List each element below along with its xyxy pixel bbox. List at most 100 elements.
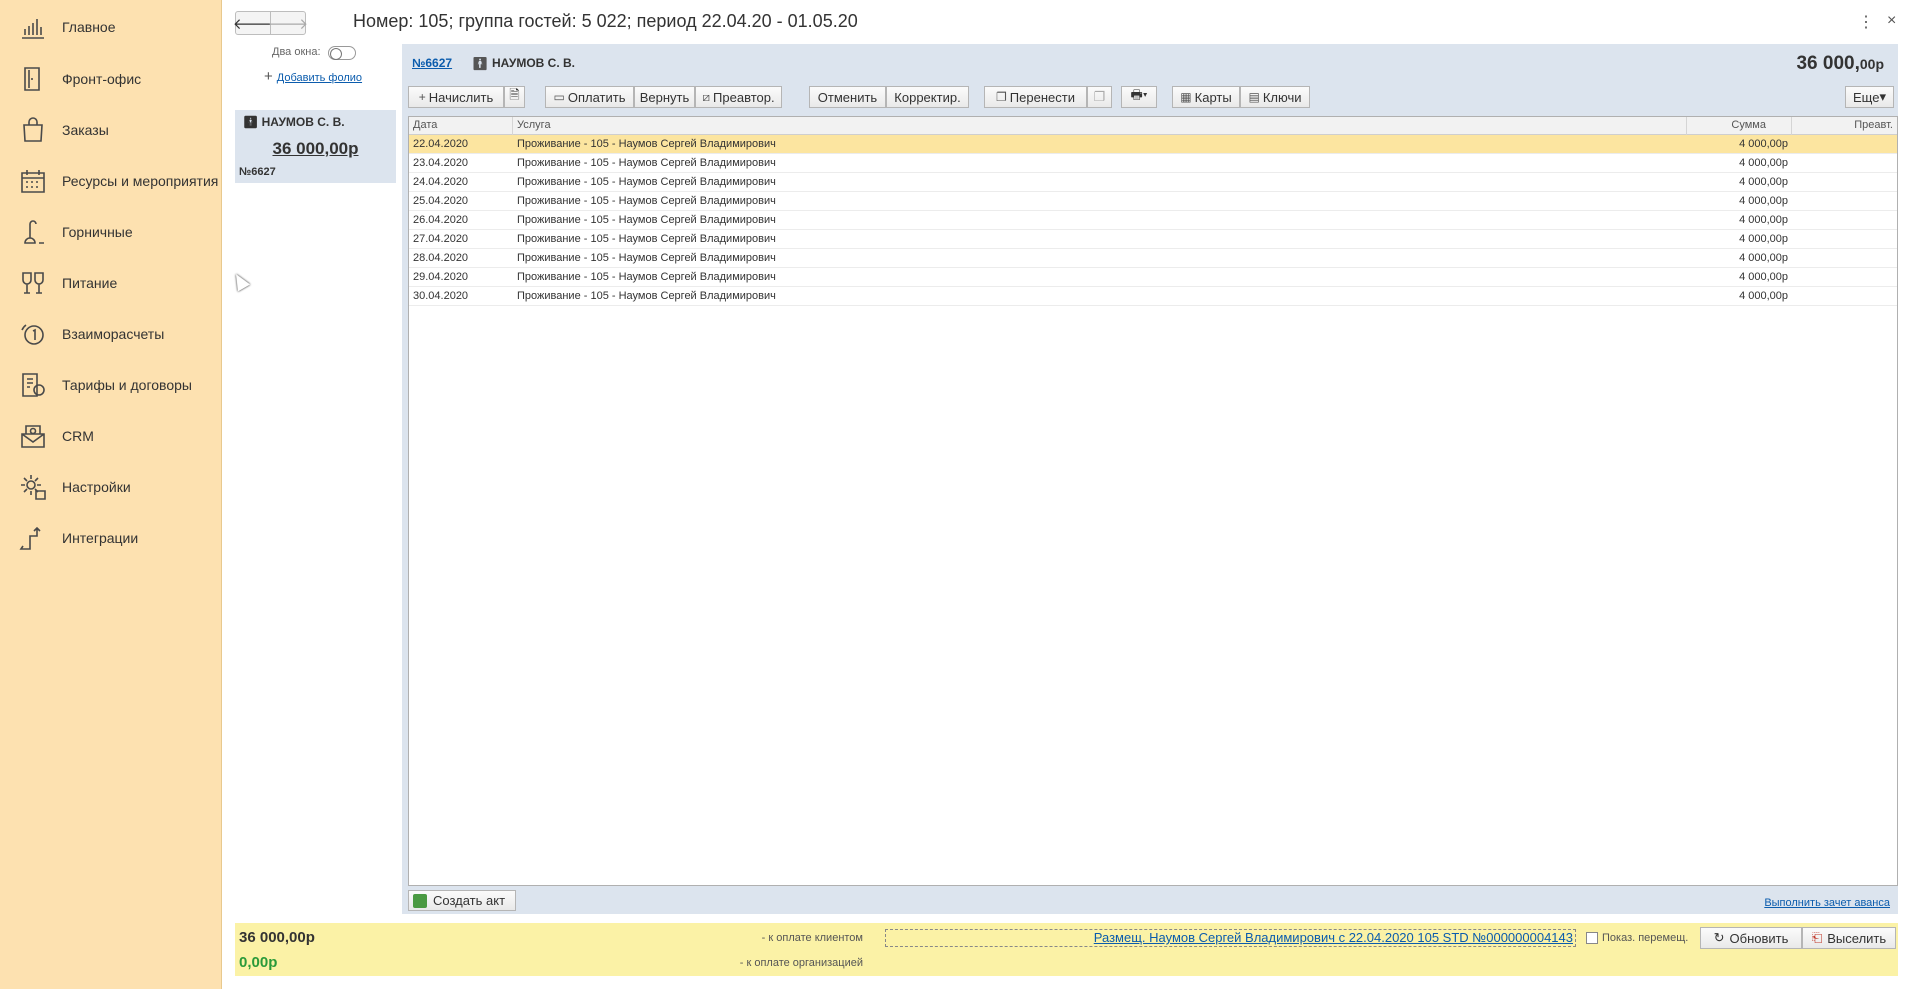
mail-icon bbox=[18, 421, 48, 451]
refund-button[interactable]: Вернуть bbox=[634, 86, 695, 108]
cell-date: 25.04.2020 bbox=[413, 195, 469, 207]
shopping-bag-icon bbox=[18, 115, 48, 145]
door-icon bbox=[18, 64, 48, 94]
sidebar-item-main[interactable]: Главное bbox=[0, 7, 222, 47]
cell-sum: 4 000,00р bbox=[1739, 252, 1788, 264]
mouse-cursor bbox=[229, 270, 251, 292]
sidebar-item-resources[interactable]: Ресурсы и мероприятия bbox=[0, 161, 222, 201]
column-header-sum[interactable]: Сумма bbox=[1731, 119, 1766, 131]
key-card-icon: ▤ bbox=[1248, 90, 1260, 104]
table-row[interactable]: 22.04.2020 Проживание - 105 - Наумов Серг… bbox=[409, 135, 1897, 154]
sidebar-item-integrations[interactable]: Интеграции bbox=[0, 518, 222, 558]
table-row[interactable]: 24.04.2020 Проживание - 105 - Наумов Серг… bbox=[409, 173, 1897, 192]
column-header-date[interactable]: Дата bbox=[413, 119, 437, 131]
table-row[interactable]: 23.04.2020 Проживание - 105 - Наумов Серг… bbox=[409, 154, 1897, 173]
close-icon[interactable]: × bbox=[1887, 12, 1896, 30]
keys-button[interactable]: ▤ Ключи bbox=[1240, 86, 1310, 108]
two-windows-toggle[interactable] bbox=[328, 46, 356, 60]
status-bar: 36 000,00р - к оплате клиентом 0,00р - к… bbox=[235, 923, 1898, 976]
preauth-button[interactable]: ⧄ Преавтор. bbox=[695, 86, 782, 108]
sidebar-item-label: Интеграции bbox=[62, 530, 139, 546]
advance-offset-link[interactable]: Выполнить зачет аванса bbox=[1764, 897, 1890, 909]
cell-service: Проживание - 105 - Наумов Сергей Владими… bbox=[517, 290, 776, 302]
folio-card-guest: 🚹︎ НАУМОВ С. В. bbox=[243, 115, 345, 129]
folio-guest-name: НАУМОВ С. В. bbox=[492, 56, 576, 70]
sidebar-item-crm[interactable]: CRM bbox=[0, 416, 222, 456]
pay-button[interactable]: ▭ Оплатить bbox=[545, 86, 634, 108]
column-divider[interactable] bbox=[512, 117, 513, 135]
column-divider[interactable] bbox=[1791, 117, 1792, 135]
transfer-button[interactable]: ❐ Перенести bbox=[984, 86, 1087, 108]
copy-icon: ❐ bbox=[1093, 89, 1106, 104]
folio-card-number: №6627 bbox=[239, 166, 276, 178]
column-divider[interactable] bbox=[1686, 117, 1687, 135]
cell-sum: 4 000,00р bbox=[1739, 195, 1788, 207]
cell-service: Проживание - 105 - Наумов Сергей Владими… bbox=[517, 176, 776, 188]
cancel-button[interactable]: Отменить bbox=[809, 86, 886, 108]
person-icon: 🚹︎ bbox=[243, 115, 259, 129]
print-button[interactable]: 🖶︎▾ bbox=[1121, 86, 1157, 108]
cell-service: Проживание - 105 - Наумов Сергей Владими… bbox=[517, 214, 776, 226]
back-button[interactable]: 🡐 bbox=[233, 11, 273, 35]
folio-card-amount[interactable]: 36 000,00р bbox=[235, 139, 396, 159]
cell-date: 30.04.2020 bbox=[413, 290, 469, 302]
person-icon: 🚹︎ bbox=[472, 56, 489, 71]
sidebar-item-food[interactable]: Питание bbox=[0, 263, 222, 303]
cell-sum: 4 000,00р bbox=[1739, 271, 1788, 283]
sidebar-item-housekeeping[interactable]: Горничные bbox=[0, 212, 222, 252]
cell-date: 22.04.2020 bbox=[413, 138, 469, 150]
table-row[interactable]: 30.04.2020 Проживание - 105 - Наумов Серг… bbox=[409, 287, 1897, 306]
calendar-icon bbox=[18, 166, 48, 196]
folio-number-link[interactable]: №6627 bbox=[412, 56, 452, 70]
cell-sum: 4 000,00р bbox=[1739, 233, 1788, 245]
folio-toolbar: + Начислить 🗎︎ ▭ Оплатить Вернуть ⧄ Преавто… bbox=[408, 86, 1894, 108]
document-icon: 🗎︎ bbox=[509, 87, 520, 102]
sidebar-item-label: Фронт-офис bbox=[62, 71, 142, 87]
cards-button[interactable]: ▦ Карты bbox=[1172, 86, 1240, 108]
cell-date: 29.04.2020 bbox=[413, 271, 469, 283]
column-header-service[interactable]: Услуга bbox=[517, 119, 551, 131]
more-button[interactable]: Еще ▾ bbox=[1845, 86, 1894, 108]
cell-sum: 4 000,00р bbox=[1739, 138, 1788, 150]
create-act-button[interactable]: Создать акт bbox=[408, 890, 516, 911]
table-row[interactable]: 28.04.2020 Проживание - 105 - Наумов Серг… bbox=[409, 249, 1897, 268]
placement-link[interactable]: Размещ. Наумов Сергей Владимирович с 22.… bbox=[885, 929, 1576, 947]
document-button[interactable]: 🗎︎ bbox=[504, 86, 525, 108]
cell-date: 27.04.2020 bbox=[413, 233, 469, 245]
exit-icon: ⎗ bbox=[1811, 930, 1823, 945]
sidebar-item-label: Тарифы и договоры bbox=[62, 377, 192, 393]
sidebar-item-settlements[interactable]: Взаиморасчеты bbox=[0, 314, 222, 354]
integration-icon bbox=[18, 523, 48, 553]
org-due-label: - к оплате организацией bbox=[739, 957, 863, 969]
sidebar-item-settings[interactable]: Настройки bbox=[0, 467, 222, 507]
gear-icon bbox=[18, 472, 48, 502]
table-row[interactable]: 26.04.2020 Проживание - 105 - Наумов Серг… bbox=[409, 211, 1897, 230]
wallet-icon: ▭ bbox=[553, 90, 565, 104]
add-folio-link[interactable]: + Добавить фолио bbox=[264, 68, 362, 85]
copy-icon: ❐ bbox=[996, 90, 1007, 104]
sidebar-item-tariffs[interactable]: Тарифы и договоры bbox=[0, 365, 222, 405]
grid-icon: ▦ bbox=[1180, 90, 1192, 104]
sidebar-item-orders[interactable]: Заказы bbox=[0, 110, 222, 150]
forward-button[interactable]: 🡒 bbox=[268, 11, 308, 35]
correct-button[interactable]: Корректир. bbox=[886, 86, 969, 108]
cell-service: Проживание - 105 - Наумов Сергей Владими… bbox=[517, 138, 776, 150]
window-title: Номер: 105; группа гостей: 5 022; период… bbox=[353, 11, 858, 31]
add-folio-label: Добавить фолио bbox=[276, 72, 363, 84]
folio-card[interactable]: 🚹︎ НАУМОВ С. В. 36 000,00р №6627 bbox=[235, 110, 396, 183]
window-header: 🡐 🡒 Номер: 105; группа гостей: 5 022; пе… bbox=[222, 0, 1920, 44]
checkout-button[interactable]: ⎗ Выселить bbox=[1802, 927, 1896, 949]
table-row[interactable]: 25.04.2020 Проживание - 105 - Наумов Серг… bbox=[409, 192, 1897, 211]
split-button[interactable]: ❐ bbox=[1087, 86, 1112, 108]
sidebar-item-label: Взаиморасчеты bbox=[62, 326, 165, 342]
column-header-preauth[interactable]: Преавт. bbox=[1854, 119, 1893, 131]
show-moves-checkbox[interactable] bbox=[1586, 932, 1598, 944]
more-menu-icon[interactable]: ⋮ bbox=[1858, 12, 1874, 32]
table-row[interactable]: 29.04.2020 Проживание - 105 - Наумов Серг… bbox=[409, 268, 1897, 287]
sidebar-item-label: Горничные bbox=[62, 224, 133, 240]
sidebar-item-front-office[interactable]: Фронт-офис bbox=[0, 59, 222, 99]
table-row[interactable]: 27.04.2020 Проживание - 105 - Наумов Серг… bbox=[409, 230, 1897, 249]
refresh-button[interactable]: ↻ Обновить bbox=[1700, 927, 1802, 949]
chevron-down-icon: ▾ bbox=[1879, 89, 1886, 104]
charge-button[interactable]: + Начислить bbox=[408, 86, 504, 108]
